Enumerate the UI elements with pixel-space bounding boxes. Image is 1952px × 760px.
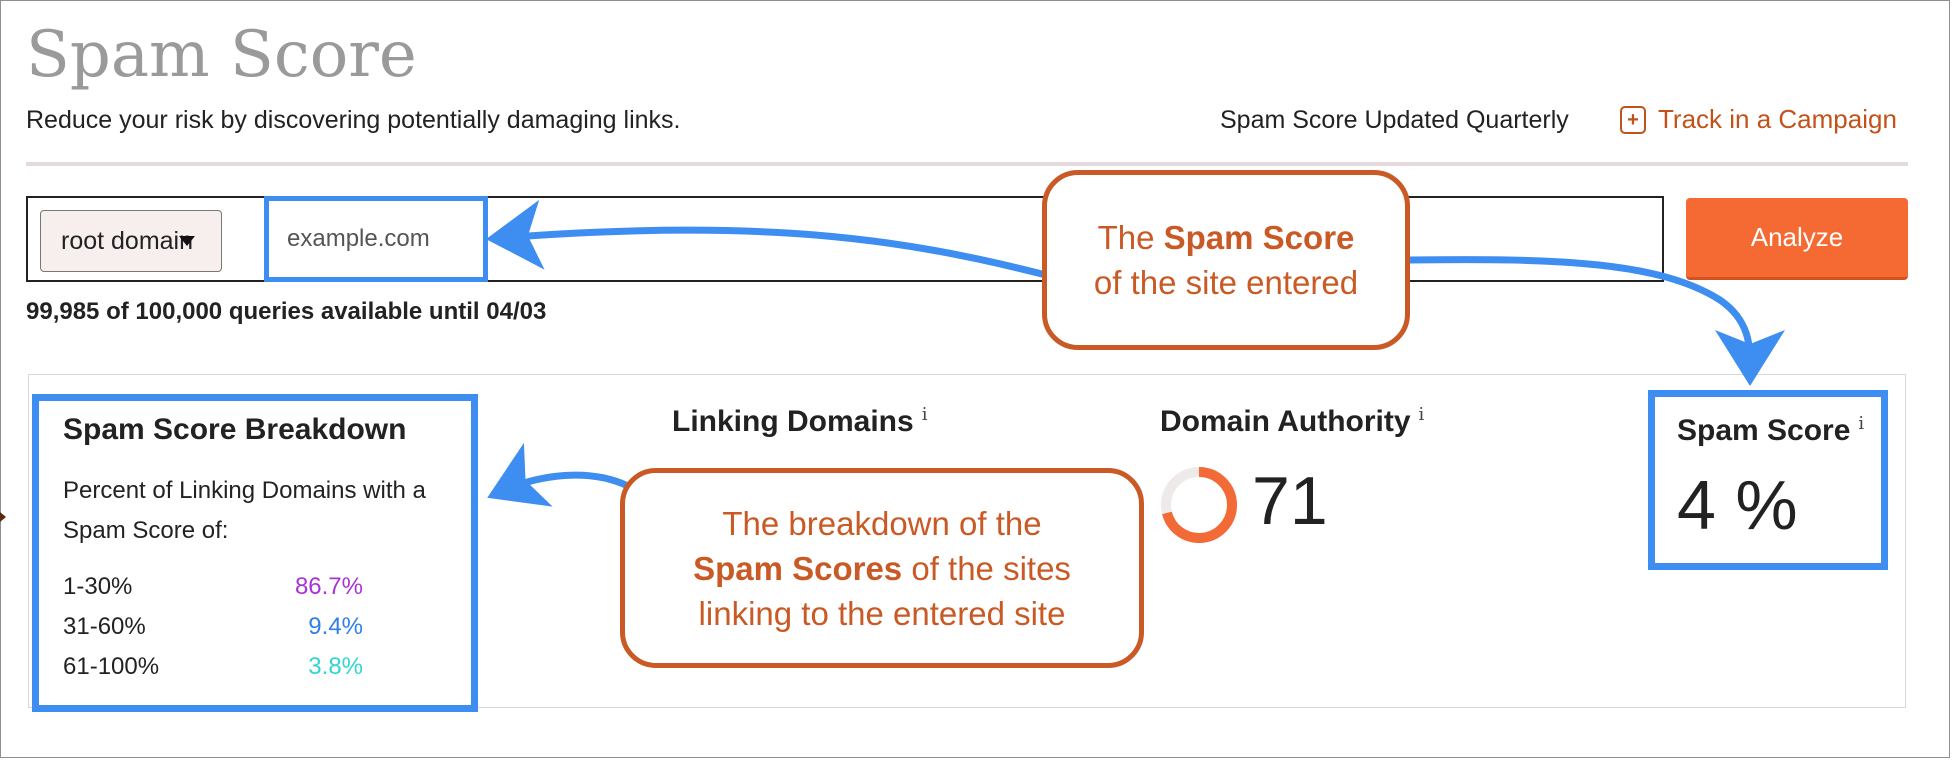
- header-divider: [26, 162, 1908, 166]
- spam-score-card: Spam Score i 4 %: [1648, 390, 1888, 570]
- domain-authority-value: 71: [1252, 463, 1328, 539]
- info-icon[interactable]: i: [1419, 404, 1425, 425]
- callout-text: of the sites: [902, 549, 1071, 587]
- callout-line: Spam Scores of the sites: [693, 546, 1071, 591]
- analyze-button[interactable]: Analyze: [1686, 198, 1908, 280]
- callout-line: linking to the entered site: [698, 594, 1066, 632]
- spam-score-title: Spam Score i: [1677, 413, 1864, 448]
- callout-site-spam-score: The Spam Score of the site entered: [1042, 170, 1410, 350]
- breakdown-percent: 86.7%: [294, 573, 363, 600]
- callout-line: The breakdown of the: [722, 504, 1042, 542]
- spam-score-label: Spam Score: [1677, 414, 1851, 447]
- domain-authority-label: Domain Authority: [1160, 405, 1411, 438]
- callout-breakdown: The breakdown of the Spam Scores of the …: [620, 468, 1144, 668]
- breakdown-range: 31-60%: [63, 613, 146, 640]
- update-frequency-note: Spam Score Updated Quarterly: [1220, 106, 1569, 134]
- callout-bold-text: Spam Score: [1163, 219, 1355, 256]
- track-in-campaign-label: Track in a Campaign: [1658, 104, 1897, 134]
- breakdown-range: 61-100%: [63, 653, 160, 680]
- breakdown-row: 31-60% 9.4%: [63, 613, 363, 653]
- breakdown-title: Spam Score Breakdown: [63, 413, 407, 446]
- scope-select[interactable]: root domain: [40, 210, 222, 272]
- caret-down-icon: [179, 236, 195, 246]
- callout-line: The Spam Score: [1098, 215, 1355, 260]
- scope-select-value: root domain: [61, 226, 194, 255]
- edge-marker-icon: [0, 512, 6, 522]
- breakdown-row: 61-100% 3.8%: [63, 653, 363, 693]
- info-icon[interactable]: i: [922, 404, 928, 425]
- info-icon[interactable]: i: [1858, 413, 1864, 434]
- breakdown-percent: 9.4%: [308, 613, 363, 640]
- breakdown-description: Percent of Linking Domains with a Spam S…: [63, 477, 426, 544]
- page-subtitle: Reduce your risk by discovering potentia…: [26, 106, 681, 134]
- track-in-campaign-link[interactable]: + Track in a Campaign: [1620, 104, 1897, 135]
- plus-box-icon: +: [1620, 105, 1646, 134]
- spam-score-value: 4 %: [1677, 466, 1798, 544]
- domain-authority-ring: [1161, 467, 1237, 543]
- page-title: Spam Score: [26, 18, 417, 92]
- linking-domains-title: Linking Domains i: [672, 404, 927, 439]
- breakdown-percent: 3.8%: [308, 653, 363, 680]
- callout-text: The: [1097, 219, 1164, 256]
- breakdown-row: 1-30% 86.7%: [63, 573, 363, 613]
- domain-input[interactable]: [264, 196, 488, 282]
- domain-authority-title: Domain Authority i: [1160, 404, 1424, 439]
- spam-score-breakdown: Spam Score Breakdown Percent of Linking …: [32, 394, 478, 712]
- queries-status: 99,985 of 100,000 queries available unti…: [26, 298, 547, 325]
- linking-domains-label: Linking Domains: [672, 405, 914, 438]
- breakdown-range: 1-30%: [63, 573, 133, 600]
- callout-bold-text: Spam Scores: [693, 549, 903, 587]
- callout-line: of the site entered: [1093, 264, 1359, 301]
